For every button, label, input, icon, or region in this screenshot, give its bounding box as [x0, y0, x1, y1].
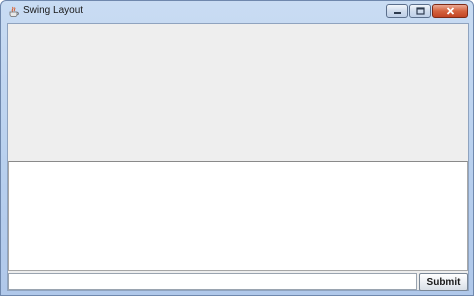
content-pane: Submit [7, 23, 469, 291]
window-title: Swing Layout [23, 5, 84, 16]
window-controls [386, 4, 468, 18]
submit-button[interactable]: Submit [419, 273, 468, 291]
application-window: Swing Layout Submit [0, 0, 474, 296]
java-cup-icon[interactable] [8, 5, 20, 17]
input-bar: Submit [8, 272, 468, 291]
text-input[interactable] [8, 273, 417, 290]
close-icon [446, 2, 455, 20]
maximize-button[interactable] [409, 4, 431, 18]
minimize-icon [393, 2, 402, 20]
close-button[interactable] [432, 4, 468, 18]
minimize-button[interactable] [386, 4, 408, 18]
maximize-icon [415, 2, 425, 20]
top-panel [8, 24, 468, 160]
text-area[interactable] [8, 161, 468, 271]
title-bar[interactable]: Swing Layout [1, 1, 473, 23]
